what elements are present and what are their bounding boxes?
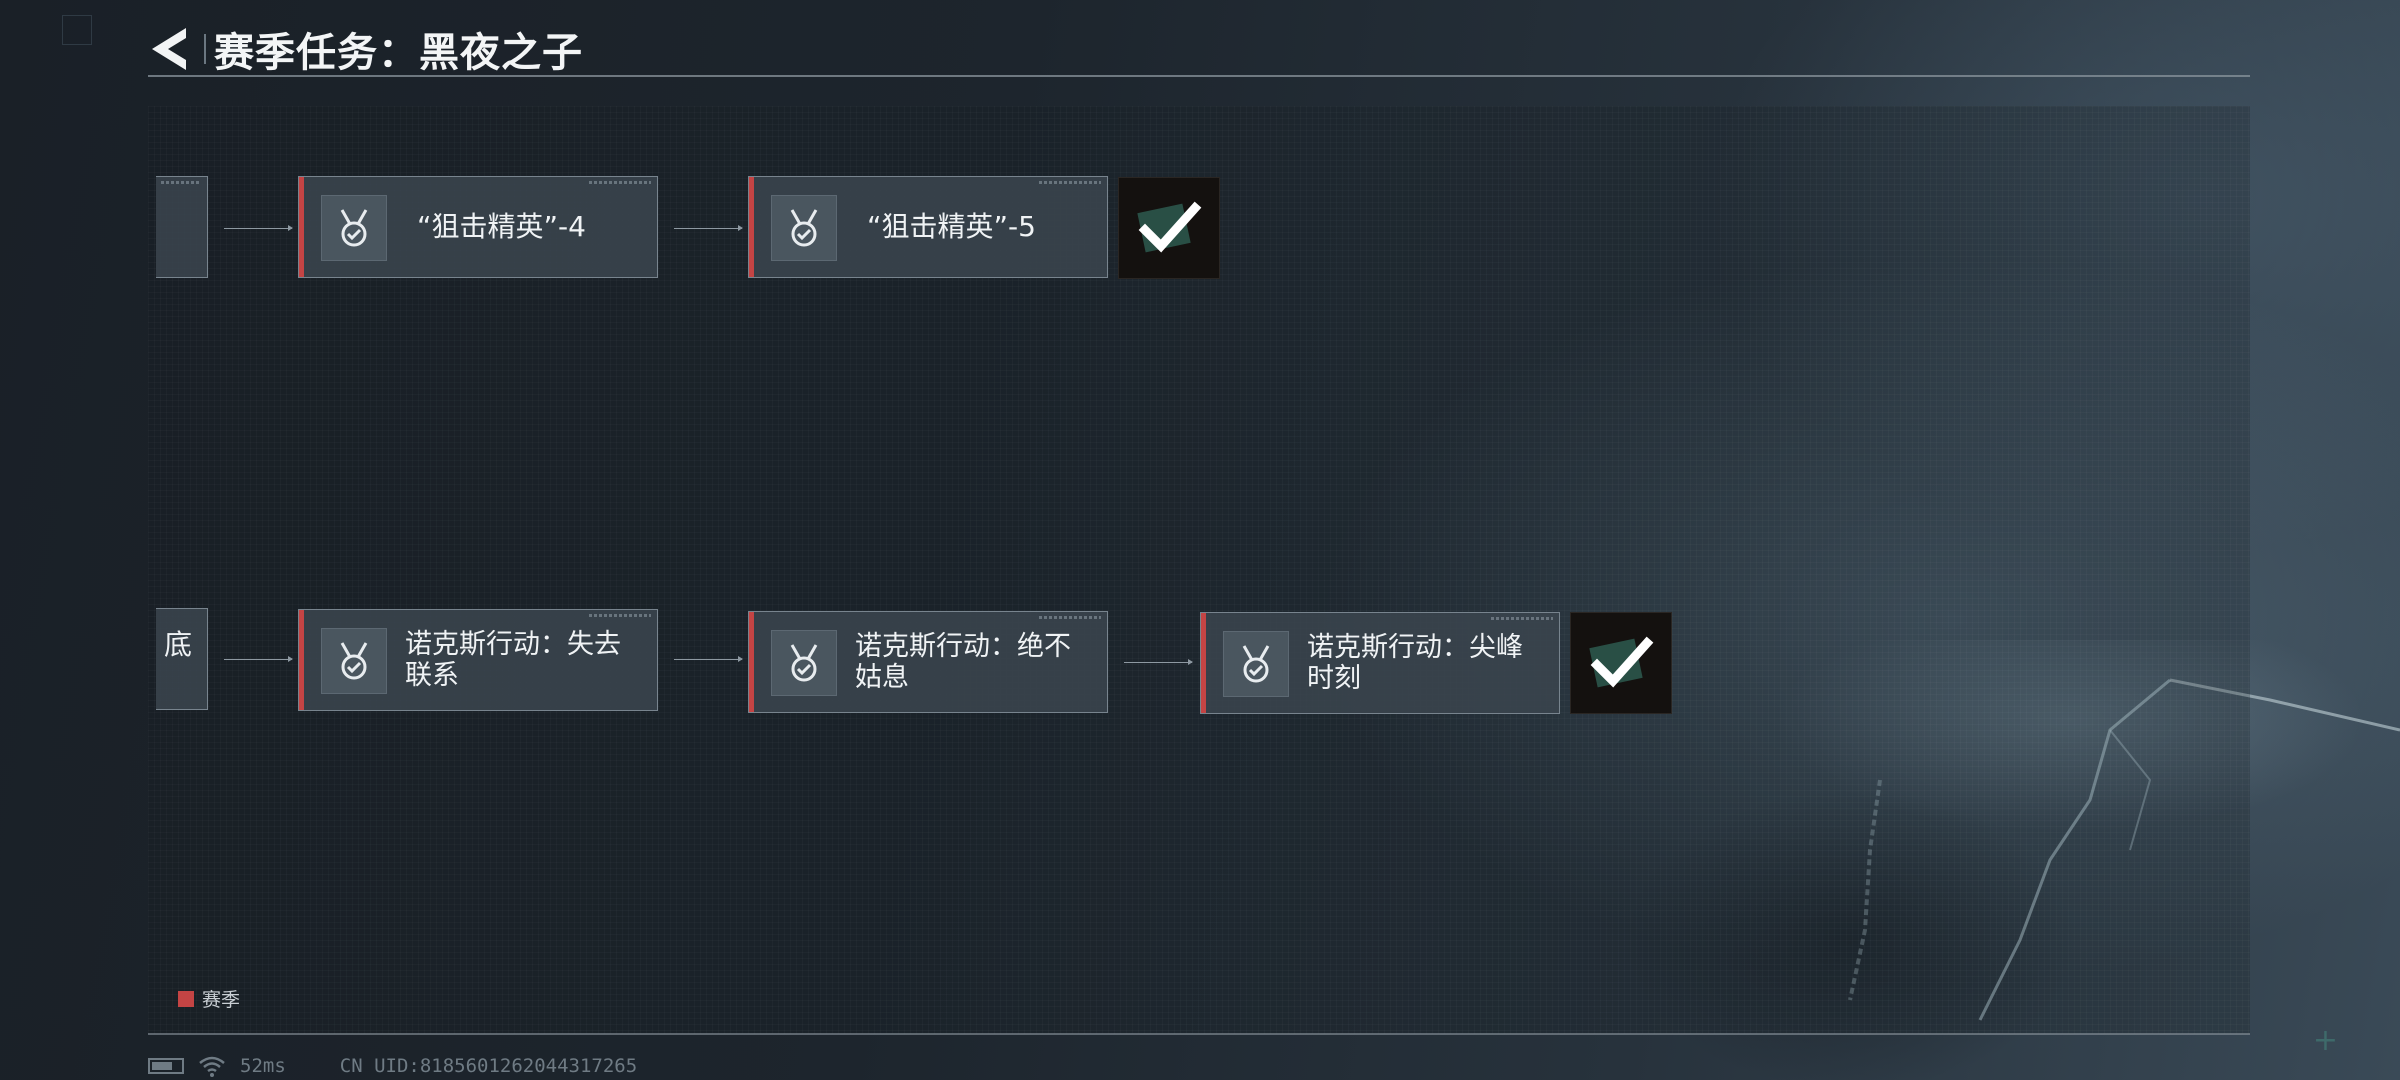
medal-check-icon	[321, 195, 387, 261]
task-label-line1: 诺克斯行动：绝不	[855, 630, 1071, 662]
footer-divider	[148, 1033, 2250, 1035]
legend-swatch	[178, 990, 194, 1007]
task-label: “狙击精英”-5	[867, 209, 1036, 243]
status-bar: 52ms CN UID:8185601262044317265	[148, 1054, 637, 1078]
wifi-icon	[199, 1056, 225, 1077]
legend-label: 赛季	[202, 989, 241, 1011]
medal-check-icon	[771, 195, 837, 261]
task-node-knox-peak-moment[interactable]: 诺克斯行动：尖峰 时刻	[1200, 612, 1560, 714]
reward-item[interactable]	[1118, 177, 1220, 279]
ping-value: 52ms	[240, 1055, 286, 1077]
season-accent	[1201, 613, 1206, 713]
task-node-sniper-elite-5[interactable]: “狙击精英”-5	[748, 176, 1108, 278]
chain-connector	[674, 225, 743, 231]
task-node-knox-lost-contact[interactable]: 诺克斯行动：失去 联系	[298, 609, 658, 711]
page-title: 赛季任务：黑夜之子	[214, 30, 583, 76]
chain-connector	[1124, 659, 1193, 665]
completed-check-icon	[1589, 636, 1654, 688]
season-accent	[299, 610, 304, 710]
season-accent	[749, 612, 754, 712]
task-label: “狙击精英”-4	[417, 209, 586, 243]
reward-item[interactable]	[1570, 612, 1672, 714]
user-uid: CN UID:8185601262044317265	[339, 1055, 638, 1077]
chain-connector	[224, 656, 293, 662]
season-accent	[749, 177, 754, 277]
chain-connector	[224, 225, 293, 231]
chain-connector	[674, 656, 743, 662]
corner-frame-icon	[62, 15, 92, 45]
medal-check-icon	[321, 628, 387, 694]
season-accent	[299, 177, 304, 277]
task-label: 诺克斯行动：尖峰 时刻	[1307, 613, 1547, 713]
medal-check-icon	[771, 630, 837, 696]
back-arrow-icon	[152, 28, 186, 70]
task-node-knox-no-mercy[interactable]: 诺克斯行动：绝不 姑息	[748, 611, 1108, 713]
task-node-partial[interactable]: 底	[156, 608, 208, 710]
task-label-partial: 底	[164, 628, 193, 661]
task-label: 诺克斯行动：绝不 姑息	[855, 612, 1095, 712]
completed-check-icon	[1137, 201, 1202, 253]
task-node-sniper-elite-4[interactable]: “狙击精英”-4	[298, 176, 658, 278]
node-deco	[161, 181, 201, 184]
plus-corner-icon: +	[2312, 1023, 2338, 1058]
legend: 赛季	[178, 985, 240, 1012]
task-label-line1: 诺克斯行动：尖峰	[1307, 631, 1523, 663]
medal-check-icon	[1223, 631, 1289, 697]
task-label-line1: 诺克斯行动：失去	[405, 628, 621, 660]
task-label-line2: 联系	[405, 660, 459, 691]
header-divider	[148, 75, 2250, 77]
task-label: 诺克斯行动：失去 联系	[405, 610, 645, 710]
title-separator	[204, 34, 206, 64]
back-button[interactable]	[146, 24, 192, 74]
task-label-line2: 姑息	[855, 662, 909, 693]
task-label-line2: 时刻	[1307, 663, 1361, 694]
battery-icon	[148, 1058, 184, 1074]
game-screen: 赛季任务：黑夜之子 “狙击精英”-4 “狙击精英”-5 底 诺克斯行动：失去 联…	[0, 0, 2400, 1080]
task-node-partial[interactable]	[156, 176, 208, 278]
